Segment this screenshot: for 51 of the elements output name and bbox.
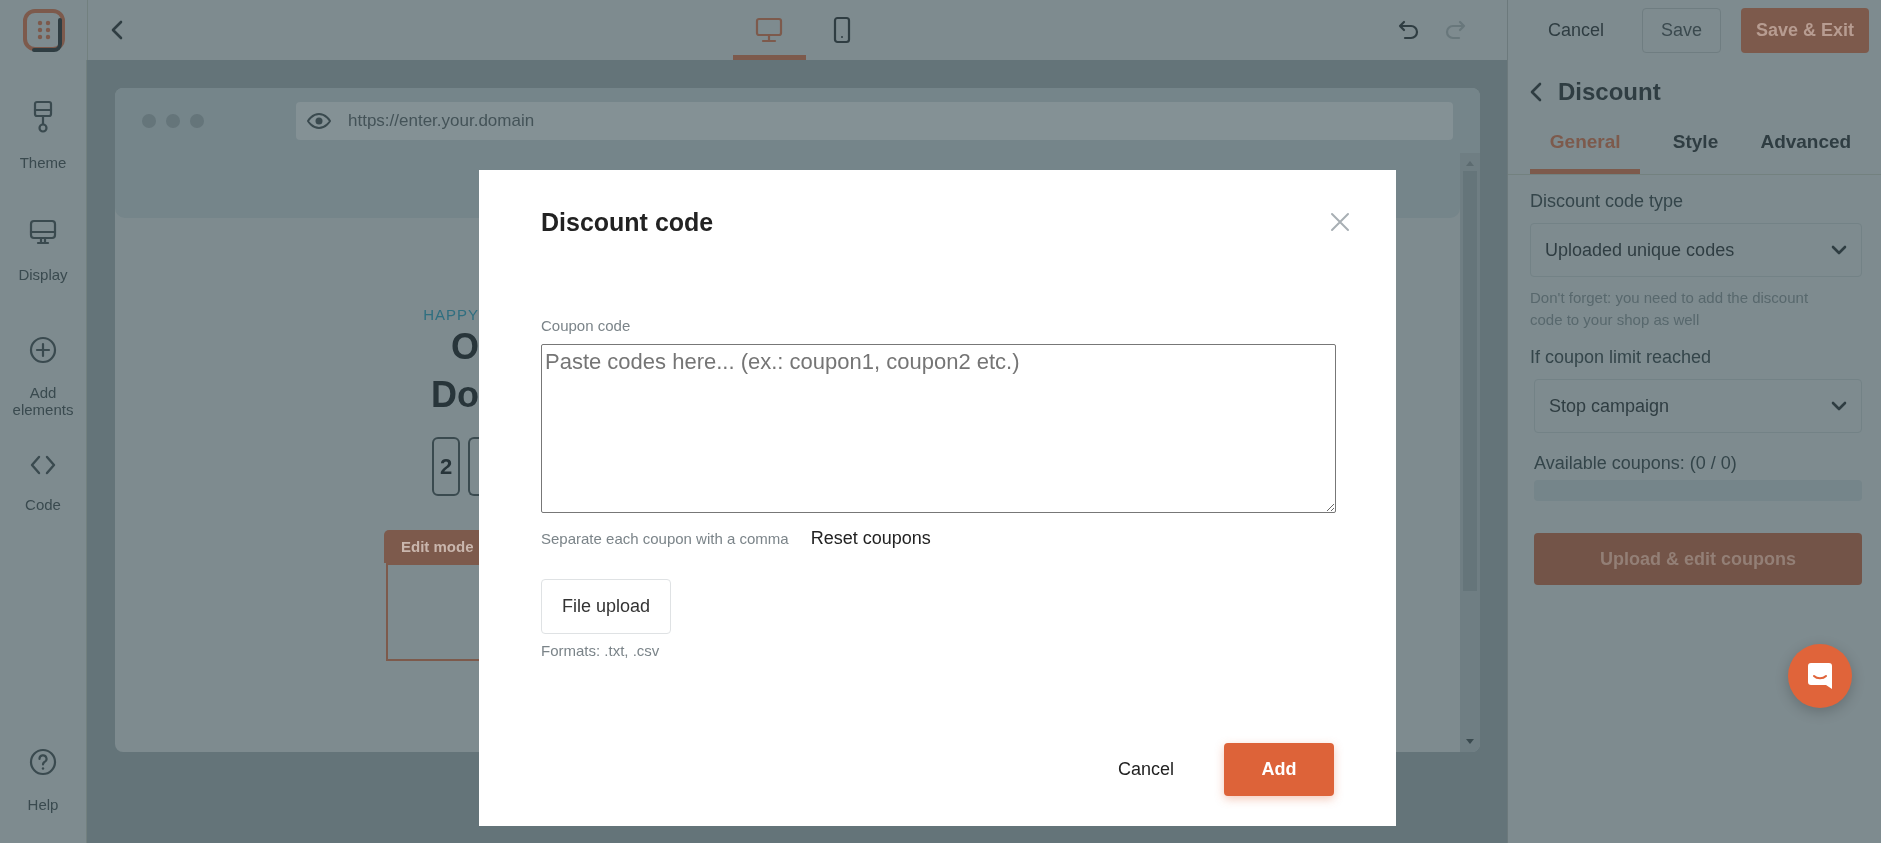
mobile-icon xyxy=(833,16,851,44)
chevron-down-icon xyxy=(1831,245,1847,255)
field-label: Discount code type xyxy=(1530,191,1685,212)
tab[interactable]: General xyxy=(1530,122,1641,174)
back-icon[interactable] xyxy=(110,19,124,41)
desktop-icon xyxy=(755,17,783,43)
dialog-title: Discount code xyxy=(541,208,714,237)
sidebar-label: Add elements xyxy=(11,384,75,418)
select-value: Uploaded unique codes xyxy=(1545,239,1735,261)
brush-icon xyxy=(32,100,54,134)
select-value: Stop campaign xyxy=(1549,395,1670,417)
reset-coupons-link[interactable]: Reset coupons xyxy=(810,528,931,549)
tab[interactable]: Advanced xyxy=(1750,122,1861,174)
url-text: https://enter.your.domain xyxy=(348,110,535,131)
field-label: If coupon limit reached xyxy=(1530,347,1713,368)
undo-icon[interactable] xyxy=(1397,19,1421,41)
save-exit-button[interactable]: Save & Exit xyxy=(1741,7,1870,53)
eye-icon xyxy=(306,111,332,130)
chevron-down-icon xyxy=(1831,401,1847,411)
close-icon[interactable] xyxy=(1330,212,1350,232)
code-icon xyxy=(29,454,57,476)
panel-title: Discount xyxy=(1558,78,1661,106)
file-upload-button[interactable]: File upload xyxy=(541,579,672,634)
monitor-icon xyxy=(29,218,57,246)
headline-text: O xyxy=(451,325,479,369)
tab[interactable]: Style xyxy=(1640,122,1751,174)
scroll-down-icon[interactable] xyxy=(1465,738,1475,746)
countdown-digit: 2 xyxy=(432,437,460,496)
coupon-code-field[interactable]: Paste codes here... (ex.: coupon1, coupon2 etc.) xyxy=(541,344,1336,513)
headline-text: Do xyxy=(431,373,479,417)
select-field[interactable]: Stop campaign xyxy=(1534,379,1862,433)
formats-text: Formats: .txt, .csv xyxy=(541,642,661,659)
chat-icon xyxy=(1806,661,1834,691)
available-count: Available coupons: (0 / 0) xyxy=(1534,453,1738,474)
app-logo-icon[interactable] xyxy=(21,8,66,52)
help-icon[interactable] xyxy=(29,748,57,776)
add-button[interactable]: Add xyxy=(1224,743,1334,796)
eyebrow-text: HAPPY xyxy=(423,306,479,323)
sidebar-label: Help xyxy=(27,796,59,813)
cancel-button[interactable]: Cancel xyxy=(1107,749,1184,790)
cancel-button[interactable]: Cancel xyxy=(1530,9,1623,51)
field-label: Coupon code xyxy=(541,317,632,334)
helper-text: Separate each coupon with a comma xyxy=(541,530,789,547)
select-field[interactable]: Uploaded unique codes xyxy=(1530,223,1862,277)
sidebar-label: Display xyxy=(18,266,68,283)
back-icon[interactable] xyxy=(1530,82,1542,102)
sidebar-label: Code xyxy=(25,496,61,513)
plus-circle-icon xyxy=(29,336,57,364)
edit-mode-tag: Edit mode xyxy=(384,530,479,563)
sidebar-label: Theme xyxy=(19,154,67,171)
save-button[interactable]: Save xyxy=(1642,7,1722,53)
